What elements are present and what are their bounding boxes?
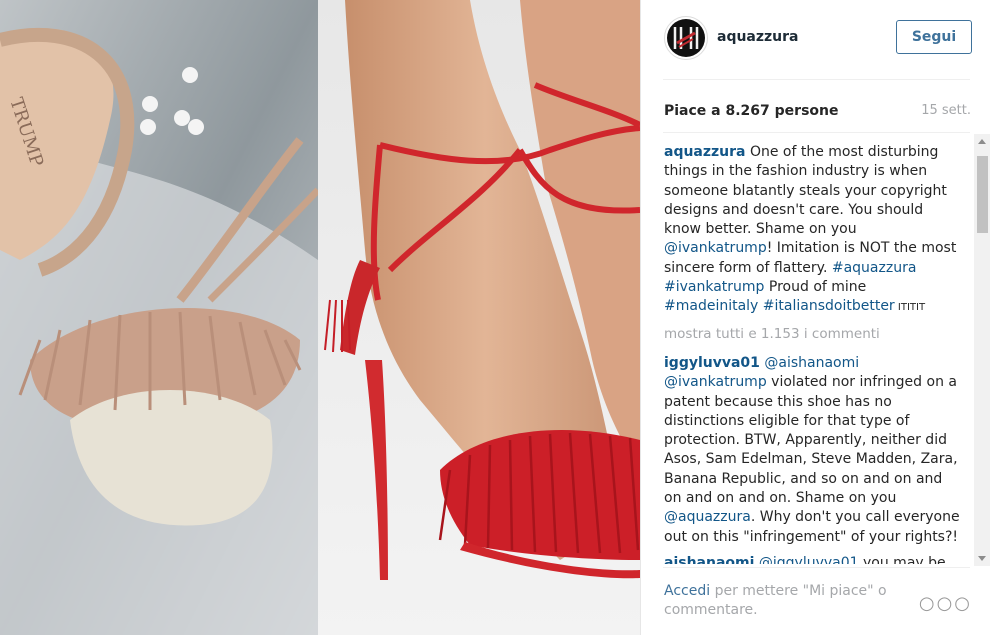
comment-item: aishanaomi @iggyluvva01 you may be: [664, 554, 960, 564]
hashtag-link[interactable]: #madeinitaly: [664, 298, 758, 314]
ellipsis-icon[interactable]: ○○○: [919, 593, 972, 614]
username-link[interactable]: aquazzura: [717, 29, 799, 45]
likes-count[interactable]: Piace a 8.267 persone: [664, 103, 839, 119]
login-prompt: Accedi per mettere "Mi piace" o commenta…: [664, 582, 914, 620]
comment-item: iggyluvva01 @aishanaomi @ivankatrump vio…: [664, 354, 960, 547]
caption-username[interactable]: aquazzura: [664, 144, 746, 160]
mention-link[interactable]: @ivankatrump: [664, 240, 767, 256]
comment-username[interactable]: aishanaomi: [664, 555, 754, 564]
comment-text: you may be: [858, 554, 946, 564]
hashtag-link[interactable]: #ivankatrump: [664, 279, 764, 295]
shoe-photo-image: TRUMP: [0, 0, 640, 635]
mention-link[interactable]: @ivankatrump: [664, 374, 767, 390]
caption-text: ITITIT: [894, 302, 926, 314]
post-date[interactable]: 15 sett.: [921, 103, 971, 118]
scroll-thumb[interactable]: [977, 156, 988, 233]
comments-scrollbar[interactable]: [974, 134, 990, 566]
hashtag-link[interactable]: #italiansdoitbetter: [763, 298, 895, 314]
caption: aquazzura One of the most disturbing thi…: [664, 143, 960, 318]
divider: [663, 79, 970, 80]
divider: [663, 567, 970, 568]
scroll-down-arrow-icon[interactable]: [978, 556, 986, 561]
mention-link[interactable]: @aishanaomi: [764, 355, 859, 371]
caption-text: Proud of mine: [764, 279, 867, 296]
comment-username[interactable]: iggyluvva01: [664, 355, 760, 371]
mention-link[interactable]: @iggyluvva01: [759, 555, 859, 564]
divider: [663, 132, 970, 133]
login-link[interactable]: Accedi: [664, 583, 710, 599]
comment-text: violated nor infringed on a patent becau…: [664, 374, 958, 507]
show-all-comments-link[interactable]: mostra tutti e 1.153 i commenti: [664, 325, 960, 344]
post-photo: TRUMP: [0, 0, 640, 635]
post-sidebar: aquazzura Segui Piace a 8.267 persone 15…: [640, 0, 990, 635]
scroll-up-arrow-icon[interactable]: [978, 139, 986, 144]
mention-link[interactable]: @aquazzura: [664, 509, 751, 525]
comments-list: aquazzura One of the most disturbing thi…: [664, 143, 960, 564]
hashtag-link[interactable]: #aquazzura: [832, 260, 917, 276]
follow-button[interactable]: Segui: [896, 20, 972, 54]
avatar[interactable]: [664, 16, 708, 60]
aquazzura-logo-icon: [667, 19, 705, 57]
post-header: aquazzura Segui: [641, 0, 990, 78]
